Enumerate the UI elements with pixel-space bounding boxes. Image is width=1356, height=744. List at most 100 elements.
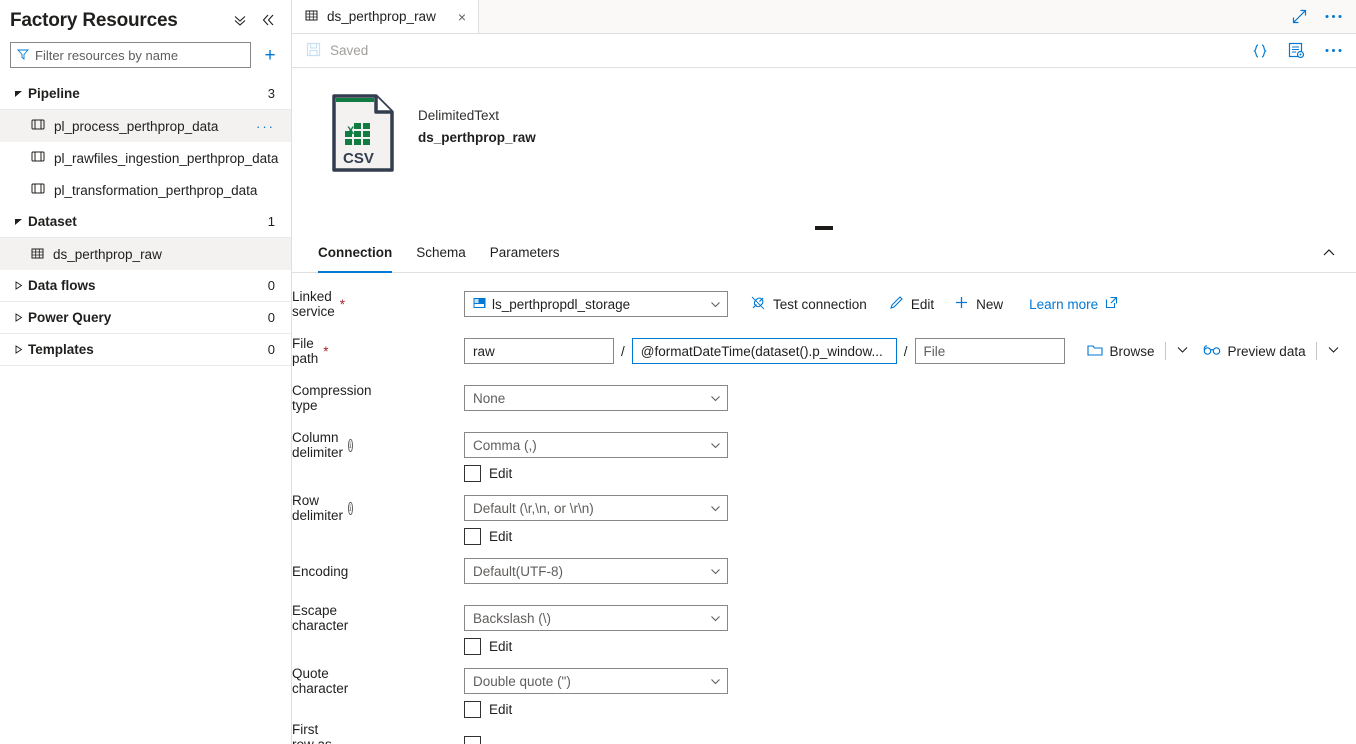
dataset-table-icon [30,246,45,263]
tree-group-dataset[interactable]: Dataset 1 [0,206,291,238]
properties-icon[interactable] [1288,42,1305,59]
escape-character-select[interactable]: Backslash (\) [464,605,728,631]
plus-icon [954,295,969,313]
required-asterisk: * [323,343,329,359]
tab-label: Schema [416,245,466,260]
tree-group-power-query[interactable]: Power Query 0 [0,302,291,334]
column-delimiter-select[interactable]: Comma (,) [464,432,728,458]
learn-more-label: Learn more [1029,296,1099,312]
test-connection-label: Test connection [773,296,867,312]
tabbar-spacer [479,0,1278,33]
expand-icon[interactable] [1292,9,1307,24]
linked-service-select[interactable]: ls_perthpropdl_storage [464,291,728,317]
column-delimiter-edit-checkbox[interactable] [464,465,481,482]
file-path-container-input[interactable]: raw [464,338,614,364]
escape-character-edit-checkbox[interactable] [464,638,481,655]
learn-more-link[interactable]: Learn more [1029,296,1118,312]
quote-character-edit-row: Edit [464,701,728,718]
form-row-column-delimiter: Column delimiter i Comma (,) Edit [292,430,1356,482]
new-linked-service-button[interactable]: New [954,295,1003,313]
tab-label: Parameters [489,245,560,260]
pipeline-icon [30,118,46,134]
row-delimiter-edit-checkbox[interactable] [464,528,481,545]
info-icon[interactable]: i [348,438,353,452]
tree-group-pipeline[interactable]: Pipeline 3 [0,78,291,110]
file-path-file-placeholder: File [923,343,946,359]
list-item-more-button[interactable]: ··· [256,119,275,134]
file-path-directory-input[interactable]: @formatDateTime(dataset().p_window... [631,338,897,364]
svg-text:CSV: CSV [343,150,374,167]
file-path-controls: raw / @formatDateTime(dataset().p_window… [464,338,1340,364]
form-row-file-path: File path * raw / @formatDateTime(datase… [292,336,1356,366]
add-resource-button[interactable]: + [259,46,281,65]
form-row-encoding: Encoding Default(UTF-8) [292,558,1356,584]
tab-schema[interactable]: Schema [404,233,478,273]
browse-label: Browse [1109,343,1155,359]
browse-button[interactable]: Browse [1086,343,1155,360]
tree-group-templates[interactable]: Templates 0 [0,334,291,366]
tree-group-data-flows[interactable]: Data flows 0 [0,270,291,302]
chevron-right-icon [8,313,28,322]
chevron-down-icon [8,89,28,98]
entity-type: DelimitedText [418,108,500,123]
status-badge: Saved [330,43,369,58]
tree-group-count: 0 [267,310,275,325]
compression-type-select[interactable]: None [464,385,728,411]
quote-character-select[interactable]: Double quote (") [464,668,728,694]
collapse-panel-icon[interactable] [261,13,275,29]
search-input[interactable] [35,47,244,63]
chevron-up-icon[interactable] [1322,246,1342,260]
folder-icon [1086,343,1103,360]
file-path-file-input[interactable]: File [914,338,1065,364]
list-item[interactable]: pl_process_perthprop_data ··· [0,110,291,142]
linked-service-controls: ls_perthpropdl_storage Test connection E… [464,291,1118,317]
tab-ds-perthprop-raw[interactable]: ds_perthprop_raw × [292,0,480,33]
list-item[interactable]: pl_rawfiles_ingestion_perthprop_data [0,142,291,174]
more-options-icon[interactable] [1325,14,1342,19]
save-button[interactable]: Saved [306,42,368,60]
tab-connection[interactable]: Connection [306,233,404,273]
property-tabs: Connection Schema Parameters [292,233,1356,273]
tab-parameters[interactable]: Parameters [478,233,572,273]
collapse-all-icon[interactable] [233,13,247,29]
more-options-icon[interactable] [1325,48,1342,53]
first-row-as-header-checkbox[interactable] [464,735,481,744]
code-json-icon[interactable] [1252,43,1268,59]
file-path-directory-value: @formatDateTime(dataset().p_window... [640,343,883,359]
new-label: New [976,296,1004,312]
form-row-quote-character: Quote character Double quote (") Edit [292,666,1356,718]
preview-data-button[interactable]: Preview data [1203,344,1306,359]
chevron-right-icon [8,281,28,290]
tree-group-label: Power Query [28,310,112,325]
document-tabbar: ds_perthprop_raw × [292,0,1356,34]
list-item-label: pl_transformation_perthprop_data [54,182,258,198]
row-delimiter-select[interactable]: Default (\r,\n, or \r\n) [464,495,728,521]
encoding-value: Default(UTF-8) [473,563,564,579]
glasses-icon [1203,344,1221,359]
compression-type-value: None [473,390,506,406]
sidebar-item-ds-perthprop-raw[interactable]: ds_perthprop_raw [0,238,291,270]
app-root: Factory Resources + [0,0,1356,744]
panel-resize-handle[interactable] [292,223,1356,233]
close-icon[interactable]: × [458,10,466,24]
encoding-select[interactable]: Default(UTF-8) [464,558,728,584]
quote-character-edit-checkbox[interactable] [464,701,481,718]
tabbar-actions [1278,0,1356,33]
edit-linked-service-button[interactable]: Edit [889,295,934,313]
list-item[interactable]: pl_transformation_perthprop_data [0,174,291,206]
tree-group-count: 0 [267,278,275,293]
info-icon[interactable]: i [348,501,353,515]
chevron-down-icon [710,676,721,687]
filter-icon [16,48,30,63]
test-connection-button[interactable]: Test connection [750,295,867,314]
filter-box[interactable] [10,42,251,68]
preview-chevron-down-icon[interactable] [1327,343,1340,359]
tree-group-label: Templates [28,342,94,357]
column-delimiter-value: Comma (,) [473,437,537,453]
browse-chevron-down-icon[interactable] [1176,343,1189,359]
entity-header: X CSV DelimitedText ds_perthprop_raw [292,68,1356,223]
chevron-right-icon [8,345,28,354]
list-item-label: pl_rawfiles_ingestion_perthprop_data [54,150,279,166]
